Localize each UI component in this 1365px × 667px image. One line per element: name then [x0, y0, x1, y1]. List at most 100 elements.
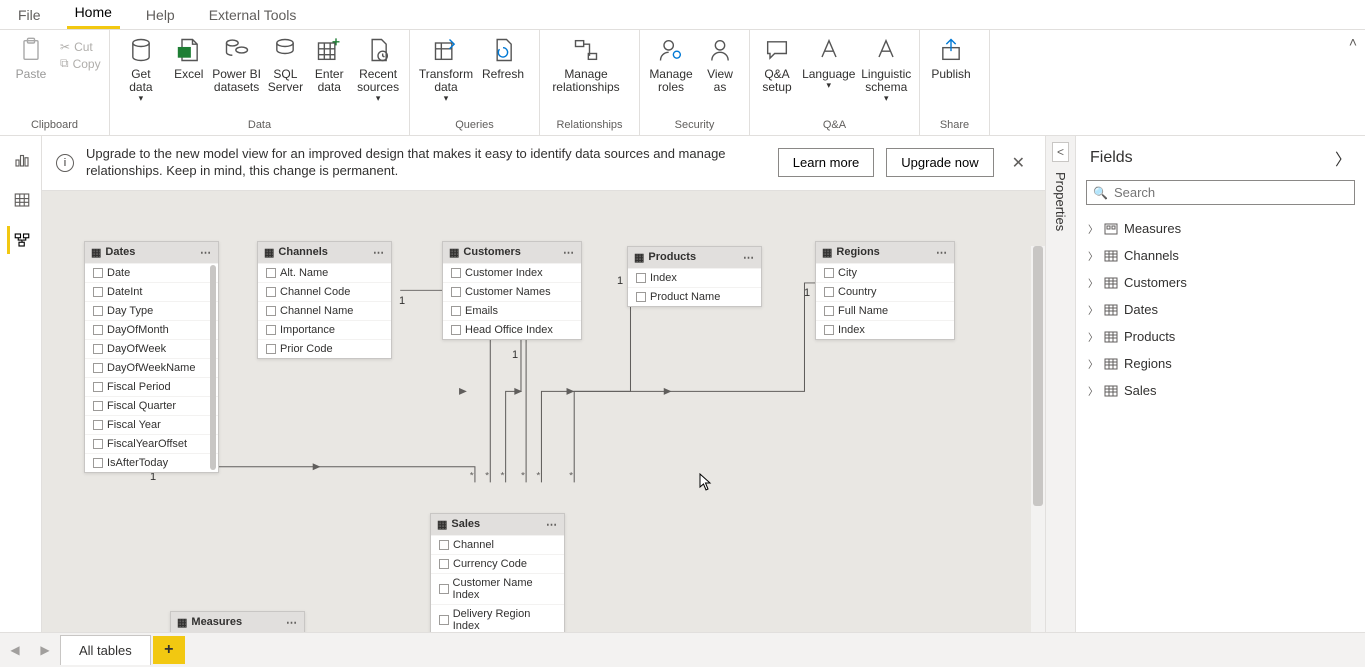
column-icon [636, 292, 646, 302]
qa-setup-button[interactable]: Q&A setup [756, 36, 798, 94]
tab-external-tools[interactable]: External Tools [201, 1, 305, 29]
transform-data-button[interactable]: Transform data▾ [416, 36, 476, 104]
table-field[interactable]: Day Type [85, 301, 218, 320]
field-table-sales[interactable]: 〉Sales [1084, 379, 1357, 402]
table-menu-icon[interactable]: ⋯ [743, 251, 755, 264]
field-table-channels[interactable]: 〉Channels [1084, 244, 1357, 267]
prev-page-button[interactable]: ◀ [0, 633, 30, 667]
manage-roles-button[interactable]: Manage roles [646, 36, 696, 94]
field-table-dates[interactable]: 〉Dates [1084, 298, 1357, 321]
table-field[interactable]: Channel Name [258, 301, 391, 320]
add-page-button[interactable]: + [153, 636, 185, 664]
table-products[interactable]: ▦Products⋯ IndexProduct Name [627, 246, 762, 307]
field-table-customers[interactable]: 〉Customers [1084, 271, 1357, 294]
cut-button[interactable]: ✂Cut [60, 40, 101, 54]
table-menu-icon[interactable]: ⋯ [936, 246, 948, 259]
table-field[interactable]: IsAfterToday [85, 453, 218, 472]
table-dates[interactable]: ▦Dates⋯ DateDateIntDay TypeDayOfMonthDay… [84, 241, 219, 473]
table-field[interactable]: Fiscal Quarter [85, 396, 218, 415]
table-field[interactable]: Prior Code [258, 339, 391, 358]
table-regions[interactable]: ▦Regions⋯ CityCountryFull NameIndex [815, 241, 955, 340]
tab-home[interactable]: Home [67, 0, 120, 29]
table-measures[interactable]: ▦Measures⋯ [170, 611, 305, 632]
table-field[interactable]: Fiscal Period [85, 377, 218, 396]
table-icon [1104, 250, 1118, 262]
table-field[interactable]: DayOfWeekName [85, 358, 218, 377]
page-tab-all-tables[interactable]: All tables [60, 635, 151, 665]
table-menu-icon[interactable]: ⋯ [286, 616, 298, 629]
linguistic-schema-button[interactable]: Linguistic schema▾ [860, 36, 913, 104]
table-field[interactable]: Alt. Name [258, 263, 391, 282]
model-view-button[interactable] [7, 226, 35, 254]
group-label-clipboard: Clipboard [6, 117, 103, 133]
collapse-fields-button[interactable]: 〉 [1335, 146, 1351, 170]
table-menu-icon[interactable]: ⋯ [563, 246, 575, 259]
table-menu-icon[interactable]: ⋯ [373, 246, 385, 259]
upgrade-message: Upgrade to the new model view for an imp… [86, 146, 766, 180]
upgrade-now-button[interactable]: Upgrade now [886, 148, 993, 177]
table-field[interactable]: Product Name [628, 287, 761, 306]
table-menu-icon[interactable]: ⋯ [546, 518, 558, 531]
next-page-button[interactable]: ▶ [30, 633, 60, 667]
table-field[interactable]: Customer Names [443, 282, 581, 301]
learn-more-button[interactable]: Learn more [778, 148, 874, 177]
tab-file[interactable]: File [10, 1, 49, 29]
table-field[interactable]: DayOfWeek [85, 339, 218, 358]
get-data-button[interactable]: Get data▾ [116, 36, 166, 104]
table-field[interactable]: Currency Code [431, 554, 564, 573]
close-banner-button[interactable]: ✕ [1006, 153, 1031, 173]
table-field[interactable]: Customer Name Index [431, 573, 564, 604]
table-field[interactable]: Date [85, 263, 218, 282]
table-field[interactable]: Delivery Region Index [431, 604, 564, 632]
fields-search[interactable]: 🔍 [1086, 180, 1355, 205]
tab-help[interactable]: Help [138, 1, 183, 29]
publish-icon [937, 36, 965, 64]
table-customers[interactable]: ▦Customers⋯ Customer IndexCustomer Names… [442, 241, 582, 340]
field-table-regions[interactable]: 〉Regions [1084, 352, 1357, 375]
group-label-relationships: Relationships [546, 117, 633, 133]
ribbon-collapse-icon[interactable]: ˄ [1349, 34, 1357, 50]
table-field[interactable]: Index [816, 320, 954, 339]
enter-data-button[interactable]: Enter data [309, 36, 349, 94]
excel-button[interactable]: Excel [170, 36, 208, 81]
search-input[interactable] [1114, 185, 1348, 200]
table-field[interactable]: Importance [258, 320, 391, 339]
table-menu-icon[interactable]: ⋯ [200, 246, 212, 259]
canvas-scrollbar[interactable] [1031, 246, 1045, 632]
column-icon [93, 344, 103, 354]
expand-properties-button[interactable]: < [1052, 142, 1069, 162]
table-field[interactable]: FiscalYearOffset [85, 434, 218, 453]
table-field[interactable]: Fiscal Year [85, 415, 218, 434]
language-button[interactable]: Language▾ [802, 36, 855, 91]
refresh-button[interactable]: Refresh [480, 36, 526, 81]
table-sales[interactable]: ▦Sales⋯ ChannelCurrency CodeCustomer Nam… [430, 513, 565, 632]
model-canvas[interactable]: *** *** 1 1 1 1 1 ▦Dates⋯ DateDateIntDay… [42, 191, 1045, 632]
sql-server-button[interactable]: SQL Server [265, 36, 305, 94]
cardinality-label: 1 [399, 295, 405, 307]
table-field[interactable]: Customer Index [443, 263, 581, 282]
table-field[interactable]: DateInt [85, 282, 218, 301]
person-gear-icon [657, 36, 685, 64]
table-field[interactable]: Emails [443, 301, 581, 320]
table-field[interactable]: Index [628, 268, 761, 287]
powerbi-datasets-button[interactable]: Power BI datasets [212, 36, 262, 94]
field-table-products[interactable]: 〉Products [1084, 325, 1357, 348]
table-channels[interactable]: ▦Channels⋯ Alt. NameChannel CodeChannel … [257, 241, 392, 359]
paste-button[interactable]: Paste [6, 36, 56, 81]
table-field[interactable]: Head Office Index [443, 320, 581, 339]
table-field[interactable]: DayOfMonth [85, 320, 218, 339]
publish-button[interactable]: Publish [926, 36, 976, 81]
report-view-button[interactable] [7, 146, 35, 174]
field-table-measures[interactable]: 〉Measures [1084, 217, 1357, 240]
copy-button[interactable]: ⧉Copy [60, 56, 101, 71]
column-icon [93, 382, 103, 392]
table-field[interactable]: Channel [431, 535, 564, 554]
data-view-button[interactable] [7, 186, 35, 214]
table-field[interactable]: City [816, 263, 954, 282]
recent-sources-button[interactable]: Recent sources▾ [353, 36, 403, 104]
view-as-button[interactable]: View as [700, 36, 740, 94]
table-field[interactable]: Channel Code [258, 282, 391, 301]
table-field[interactable]: Full Name [816, 301, 954, 320]
manage-relationships-button[interactable]: Manage relationships [546, 36, 626, 94]
table-field[interactable]: Country [816, 282, 954, 301]
